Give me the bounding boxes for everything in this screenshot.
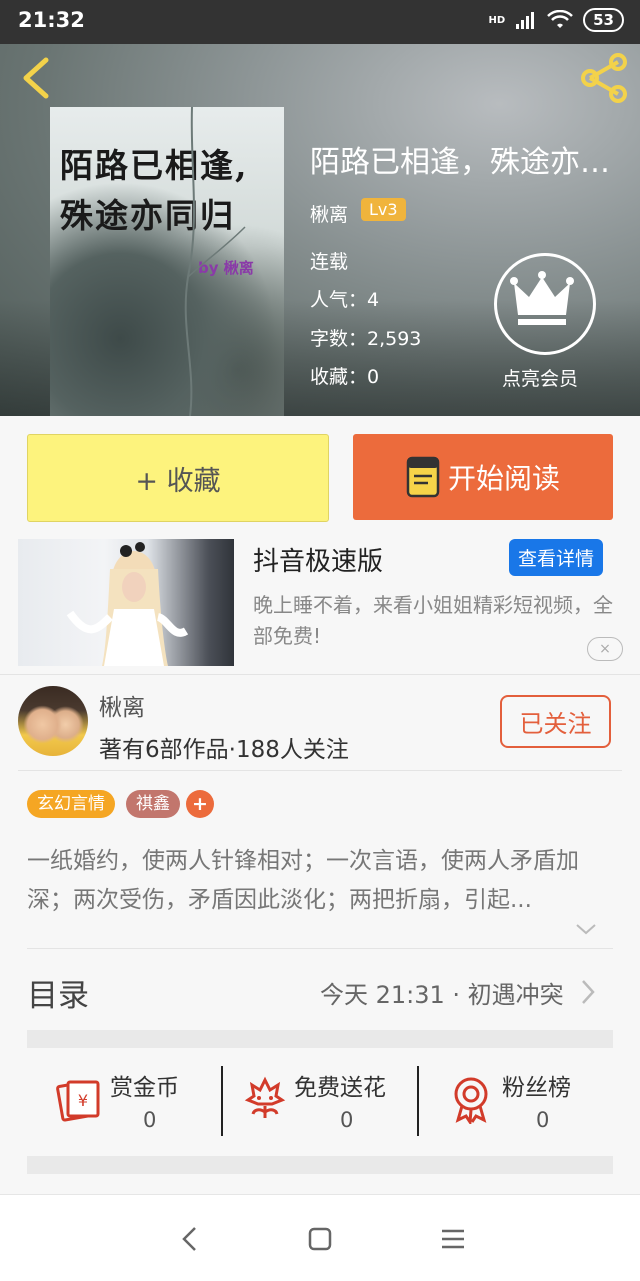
ad-photo-illustration xyxy=(66,542,189,666)
share-icon[interactable] xyxy=(578,52,630,104)
start-reading-button[interactable]: 开始阅读 xyxy=(353,434,613,520)
system-nav-bar xyxy=(0,1194,640,1281)
chevron-down-icon[interactable] xyxy=(574,920,598,938)
divider xyxy=(0,674,640,675)
tag-genre[interactable]: 玄幻言情 xyxy=(27,790,115,818)
fans-ranking-label: 粉丝榜 xyxy=(502,1075,571,1101)
book-icon xyxy=(406,456,440,498)
word-count: 字数：2,593 xyxy=(310,328,422,350)
ad-description[interactable]: 晚上睡不着，来看小姐姐精彩短视频，全部免费! xyxy=(253,590,613,652)
svg-text:¥: ¥ xyxy=(78,1091,88,1110)
separator xyxy=(417,1066,419,1136)
toc-latest-chapter[interactable]: 今天 21:31 · 初遇冲突 xyxy=(320,975,564,1010)
free-flower-item[interactable]: 免费送花 0 xyxy=(232,1064,412,1144)
header-author-name[interactable]: 楸离 xyxy=(310,200,348,227)
flower-icon xyxy=(244,1076,286,1118)
popularity-count: 人气：4 xyxy=(310,289,380,311)
ad-title[interactable]: 抖音极速版 xyxy=(253,541,383,578)
reward-coins-item[interactable]: ¥ 赏金币 0 xyxy=(40,1064,220,1144)
tag-pairing[interactable]: 祺鑫 xyxy=(126,790,180,818)
section-separator xyxy=(27,1156,613,1174)
cover-branch-illustration xyxy=(184,107,246,416)
serial-status: 连载 xyxy=(310,251,349,273)
author-level-badge: Lv3 xyxy=(361,198,406,221)
divider xyxy=(18,770,622,771)
reward-coins-value: 0 xyxy=(143,1108,157,1132)
synopsis[interactable]: 一纸婚约，使两人针锋相对；一次言语，使两人矛盾加深；两次受伤，矛盾因此淡化；两把… xyxy=(27,842,607,920)
divider xyxy=(27,948,613,949)
ad-detail-button[interactable]: 查看详情 xyxy=(509,539,604,576)
status-bar: 21:32 HD 53 xyxy=(0,0,640,44)
nav-home-icon[interactable] xyxy=(308,1227,332,1251)
author-stats: 著有6部作品·188人关注 xyxy=(99,737,349,763)
back-arrow-icon[interactable] xyxy=(18,56,54,100)
wifi-icon xyxy=(547,10,574,28)
section-separator xyxy=(27,1030,613,1048)
favorites-count: 收藏：0 xyxy=(310,366,380,388)
free-flower-value: 0 xyxy=(340,1108,354,1132)
follow-button[interactable]: 已关注 xyxy=(500,695,611,748)
fans-ranking-item[interactable]: 粉丝榜 0 xyxy=(440,1064,600,1144)
ad-image[interactable] xyxy=(18,539,234,666)
signal-icon xyxy=(516,12,535,29)
fans-ranking-value: 0 xyxy=(536,1108,550,1132)
reward-coins-label: 赏金币 xyxy=(110,1075,179,1101)
red-envelope-icon: ¥ xyxy=(56,1080,100,1122)
nav-back-icon[interactable] xyxy=(178,1225,202,1253)
author-name[interactable]: 楸离 xyxy=(99,688,145,722)
vip-crown-button[interactable] xyxy=(494,253,596,355)
nav-menu-icon[interactable] xyxy=(440,1227,466,1251)
vip-label[interactable]: 点亮会员 xyxy=(502,364,578,391)
chevron-right-icon[interactable] xyxy=(578,977,598,1007)
toc-label[interactable]: 目录 xyxy=(27,970,89,1015)
book-title: 陌路已相逢，殊途亦同归 xyxy=(310,145,630,180)
add-to-favorites-button[interactable]: + 收藏 xyxy=(27,434,329,522)
author-avatar[interactable] xyxy=(18,686,88,756)
network-label: HD xyxy=(488,14,506,26)
status-time: 21:32 xyxy=(18,8,85,32)
ad-close-icon[interactable]: × xyxy=(587,637,623,661)
separator xyxy=(221,1066,223,1136)
battery-level: 53 xyxy=(583,8,624,32)
add-tag-button[interactable]: + xyxy=(186,790,214,818)
free-flower-label: 免费送花 xyxy=(294,1075,386,1101)
medal-icon xyxy=(454,1077,488,1124)
favorite-label: + 收藏 xyxy=(135,465,221,497)
book-cover[interactable]: 陌路已相逢, 殊途亦同归 by 楸离 xyxy=(50,107,284,416)
crown-icon xyxy=(510,271,574,325)
start-reading-label: 开始阅读 xyxy=(447,462,560,495)
